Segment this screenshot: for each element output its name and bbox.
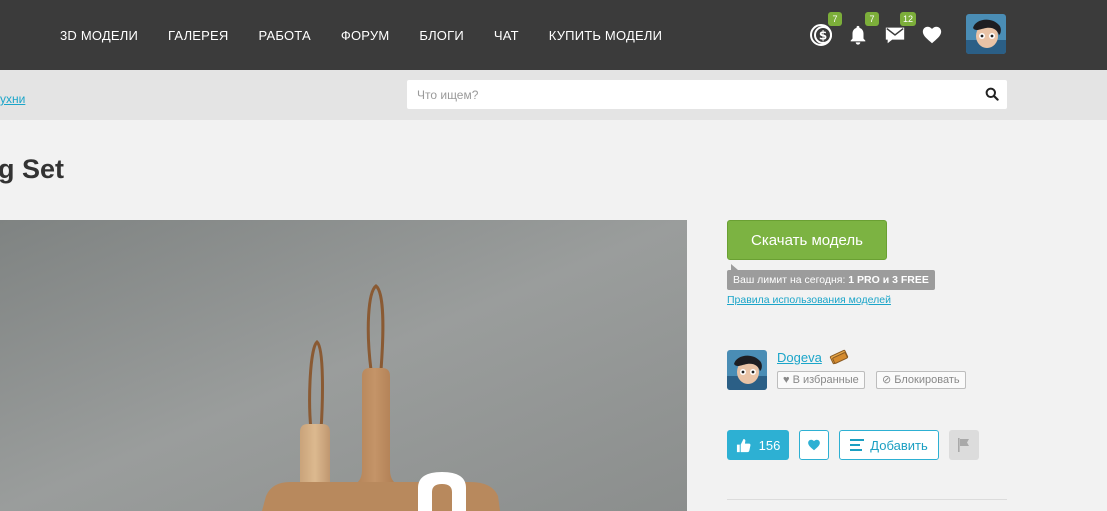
author-rank-icon	[829, 349, 849, 365]
add-label: Добавить	[870, 437, 928, 453]
favorite-model-button[interactable]	[799, 430, 829, 460]
messages-icon	[885, 27, 905, 44]
nav-forum[interactable]: ФОРУМ	[341, 28, 389, 43]
heart-icon: ♥	[783, 374, 790, 386]
block-author-button[interactable]: ⊘ Блокировать	[876, 371, 966, 389]
notifications-button[interactable]: 7	[845, 12, 879, 48]
coins-badge: 7	[828, 12, 842, 26]
user-avatar[interactable]	[966, 14, 1006, 54]
favorites-button[interactable]	[919, 22, 945, 48]
add-to-collection-button[interactable]: Добавить	[839, 430, 939, 460]
author-name-link[interactable]: Dogeva	[777, 350, 822, 365]
nav-jobs[interactable]: РАБОТА	[259, 28, 311, 43]
limit-value: 1 PRO и 3 FREE	[848, 274, 929, 286]
page-title: g Set	[0, 154, 65, 184]
messages-badge: 12	[899, 12, 916, 26]
limit-label: Ваш лимит на сегодня:	[733, 274, 849, 286]
preview-illustration	[0, 220, 687, 511]
header-icons: $ 7 7 12	[808, 12, 956, 56]
flag-icon	[958, 438, 969, 452]
svg-text:$: $	[819, 29, 827, 43]
usage-rules-link[interactable]: Правила использования моделей	[727, 294, 891, 306]
nav-buy-models[interactable]: КУПИТЬ МОДЕЛИ	[549, 28, 662, 43]
search-box	[407, 80, 1007, 109]
download-model-button[interactable]: Скачать модель	[727, 220, 887, 260]
notifications-badge: 7	[865, 12, 879, 26]
breadcrumb[interactable]: ухни	[0, 92, 25, 106]
search-icon[interactable]	[985, 87, 999, 101]
download-limit-tooltip: Ваш лимит на сегодня: 1 PRO и 3 FREE	[727, 264, 935, 290]
like-button[interactable]: 156	[727, 430, 789, 460]
sub-bar: ухни	[0, 70, 1107, 120]
coins-button[interactable]: $ 7	[808, 12, 842, 48]
author-avatar-image	[727, 350, 767, 390]
messages-button[interactable]: 12	[882, 12, 916, 48]
model-preview-image[interactable]	[0, 220, 687, 511]
heart-icon	[808, 439, 820, 451]
author-avatar[interactable]	[727, 350, 767, 390]
nav-3d-models[interactable]: 3D МОДЕЛИ	[60, 28, 138, 43]
report-button[interactable]	[949, 430, 979, 460]
fav-label: В избранные	[792, 374, 859, 386]
coins-icon: $	[810, 24, 832, 46]
user-avatar-image	[966, 14, 1006, 54]
nav-blogs[interactable]: БЛОГИ	[419, 28, 464, 43]
add-author-to-favorites-button[interactable]: ♥ В избранные	[777, 371, 865, 389]
nav-gallery[interactable]: ГАЛЕРЕЯ	[168, 28, 228, 43]
heart-icon	[922, 26, 942, 44]
thumbs-up-icon	[736, 438, 751, 452]
divider	[727, 499, 1007, 500]
top-navbar: 3D МОДЕЛИ ГАЛЕРЕЯ РАБОТА ФОРУМ БЛОГИ ЧАТ…	[0, 0, 1107, 70]
nav-chat[interactable]: ЧАТ	[494, 28, 519, 43]
likes-count: 156	[758, 437, 781, 453]
search-input[interactable]	[407, 80, 967, 109]
bell-icon	[850, 25, 866, 45]
main-nav: 3D МОДЕЛИ ГАЛЕРЕЯ РАБОТА ФОРУМ БЛОГИ ЧАТ…	[60, 0, 662, 70]
list-icon	[850, 439, 865, 451]
block-icon: ⊘	[882, 374, 892, 386]
block-label: Блокировать	[894, 374, 960, 386]
